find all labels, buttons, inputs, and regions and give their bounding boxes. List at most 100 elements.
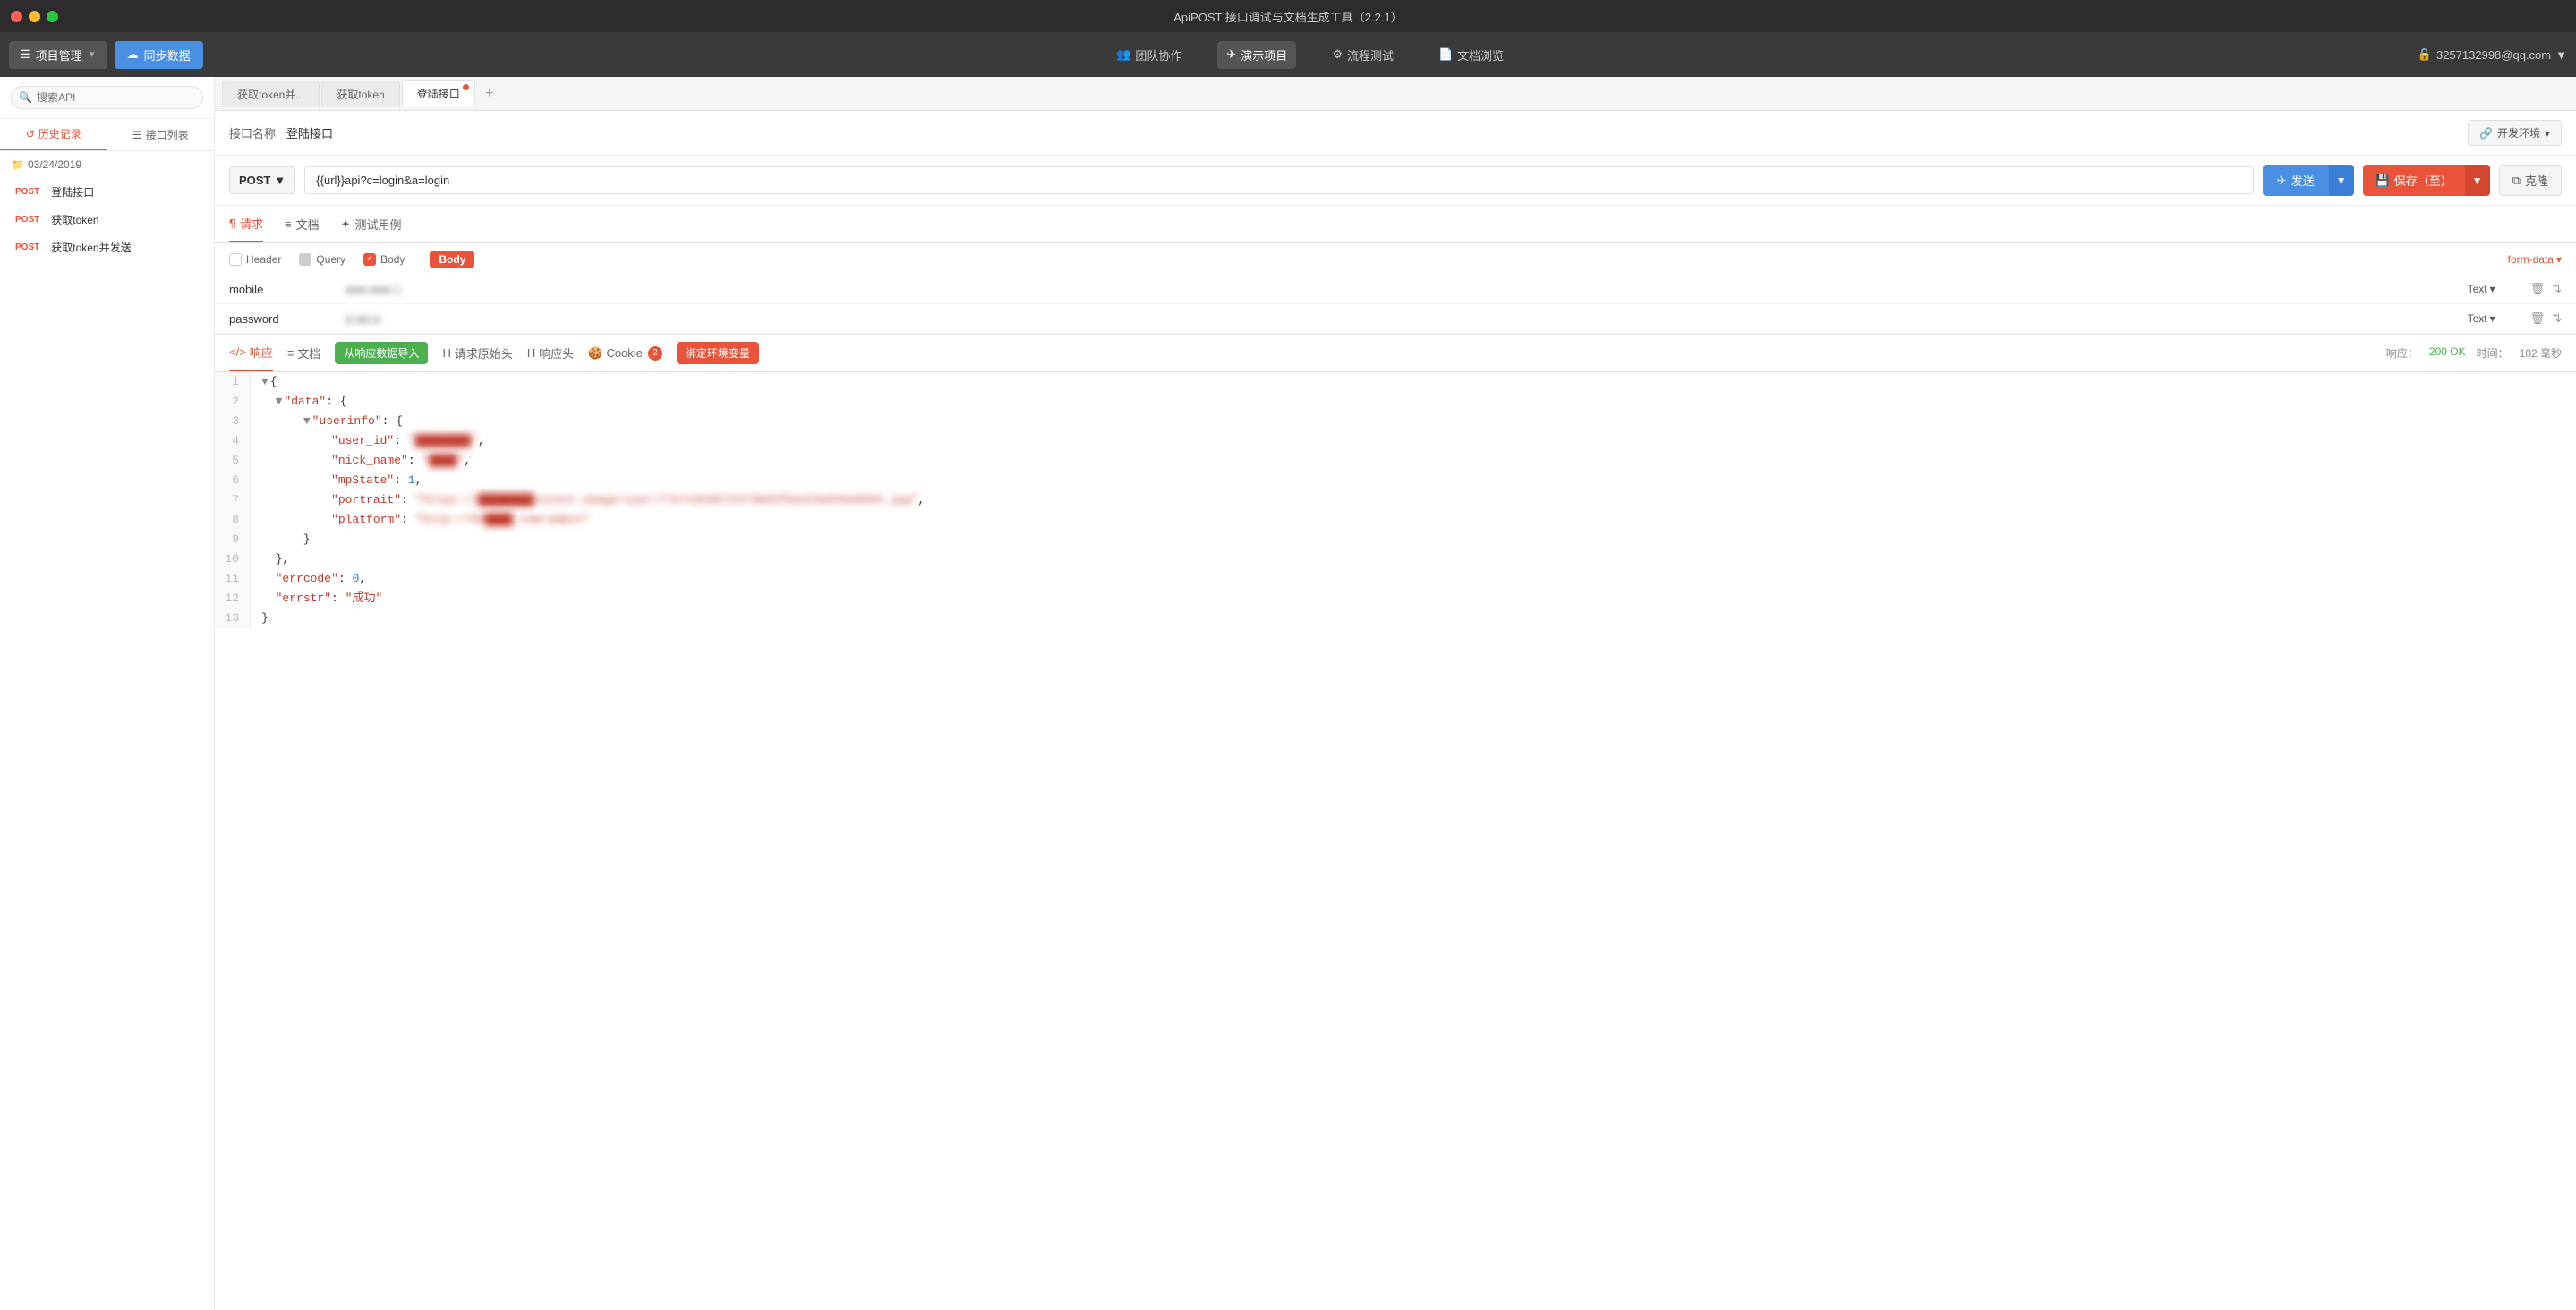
send-button[interactable]: ✈ 发送 xyxy=(2263,165,2329,196)
history-tab[interactable]: ↺ 历史记录 xyxy=(0,119,107,150)
project-manager-button[interactable]: ☰ 项目管理 ▼ xyxy=(9,41,107,69)
send-dropdown-button[interactable]: ▼ xyxy=(2329,165,2354,196)
field-name: mobile xyxy=(229,283,337,296)
list-item[interactable]: POST 获取token并发送 xyxy=(0,234,214,261)
code-line: 7 "portrait": "https://████████xztest-im… xyxy=(215,490,2576,510)
code-line: 1 ▼{ xyxy=(215,372,2576,392)
list-item[interactable]: POST 登陆接口 xyxy=(0,178,214,206)
list-item[interactable]: POST 获取token xyxy=(0,206,214,234)
response-area: </> 响应 ≡ 文档 从响应数据导入 H 请求原始头 H 响应头 xyxy=(215,334,2576,1310)
query-checkbox[interactable] xyxy=(299,253,311,266)
content-area: 获取token并... 获取token 登陆接口 + 接口名称 🔗 开发环境 ▾ xyxy=(215,77,2576,1310)
delete-icon[interactable]: 🗑 xyxy=(2530,282,2546,296)
tab-item[interactable]: 获取token xyxy=(321,81,399,107)
code-icon: </> xyxy=(229,345,246,359)
time-label: 时间： xyxy=(2477,345,2509,361)
field-value[interactable]: ●●● ●●● 1 xyxy=(345,283,2459,296)
chevron-down-icon: ▾ xyxy=(2556,253,2562,266)
chevron-down-icon: ▾ xyxy=(2545,127,2550,140)
body-checkbox[interactable]: ✓ xyxy=(363,253,376,266)
response-status: 响应： 200 OK 时间： 102 毫秒 xyxy=(2386,345,2562,361)
test-case-tab[interactable]: ✦ 测试用例 xyxy=(341,207,402,242)
api-list-tab[interactable]: ☰ 接口列表 xyxy=(107,119,215,150)
method-badge: POST xyxy=(11,213,44,226)
h-icon: H xyxy=(442,346,450,360)
doc-browse-nav[interactable]: 📄 文档浏览 xyxy=(1429,41,1513,69)
tab-item-active[interactable]: 登陆接口 xyxy=(402,80,475,107)
method-select[interactable]: POST ▼ xyxy=(229,166,295,194)
demo-project-nav[interactable]: ✈ 演示项目 xyxy=(1217,41,1296,69)
maximize-button[interactable] xyxy=(47,11,58,22)
api-item-name: 获取token xyxy=(51,212,98,227)
clone-button[interactable]: ⧉ 克隆 xyxy=(2499,165,2562,196)
doc-tab[interactable]: ≡ 文档 xyxy=(285,207,320,242)
sync-data-button[interactable]: ☁ 同步数据 xyxy=(115,41,203,69)
api-name-input[interactable] xyxy=(286,126,2457,140)
api-item-name: 获取token并发送 xyxy=(51,240,131,255)
body-check[interactable]: ✓ Body xyxy=(363,253,405,266)
tab-item[interactable]: 获取token并... xyxy=(222,81,320,107)
response-head-tab[interactable]: H 响应头 xyxy=(527,336,574,370)
response-code-editor[interactable]: 1 ▼{ 2 ▼"data": { 3 ▼"userinfo": { 4 "us… xyxy=(215,372,2576,1310)
h-icon: H xyxy=(527,346,535,360)
body-field-row: mobile ●●● ●●● 1 Text ▾ 🗑 ⇅ xyxy=(215,275,2576,304)
team-collab-nav[interactable]: 👥 团队协作 xyxy=(1107,41,1190,69)
code-line: 10 }, xyxy=(215,549,2576,569)
header-check[interactable]: Header xyxy=(229,253,281,266)
history-icon: ↺ xyxy=(26,128,35,140)
code-line: 8 "platform": "http://99████.com/admin" xyxy=(215,510,2576,530)
cookie-tab[interactable]: 🍪 Cookie 2 xyxy=(588,337,662,370)
list-icon: ☰ xyxy=(132,129,142,141)
chevron-down-icon: ▾ xyxy=(2490,283,2495,295)
paragraph-icon: ¶ xyxy=(229,217,235,230)
cookie-count-badge: 2 xyxy=(648,346,662,361)
add-tab-button[interactable]: + xyxy=(477,83,502,105)
query-check[interactable]: Query xyxy=(299,253,345,266)
cloud-icon: ☁ xyxy=(127,47,139,62)
top-nav: ☰ 项目管理 ▼ ☁ 同步数据 👥 团队协作 ✈ 演示项目 ⚙ 流程测试 📄 文… xyxy=(0,32,2576,77)
sort-icon[interactable]: ⇅ xyxy=(2552,282,2562,296)
cookie-icon: 🍪 xyxy=(588,346,602,361)
import-from-response-button[interactable]: 从响应数据导入 xyxy=(335,342,428,364)
url-bar: POST ▼ ✈ 发送 ▼ 💾 保存（至） ▼ ⧉ 克隆 xyxy=(215,156,2576,206)
search-input[interactable] xyxy=(11,86,203,109)
link-icon: 🔗 xyxy=(2479,127,2493,140)
chevron-down-icon: ▼ xyxy=(274,174,286,187)
user-icon: 🔒 xyxy=(2418,47,2432,62)
sort-icon[interactable]: ⇅ xyxy=(2552,311,2562,326)
app-title: ApiPOST 接口调试与文档生成工具（2.2.1） xyxy=(1173,8,1402,25)
url-input[interactable] xyxy=(304,166,2254,194)
delete-icon[interactable]: 🗑 xyxy=(2530,311,2546,326)
save-dropdown-button[interactable]: ▼ xyxy=(2465,165,2490,196)
test-icon: ✦ xyxy=(341,217,351,232)
close-button[interactable] xyxy=(11,11,22,22)
api-name-row: 接口名称 🔗 开发环境 ▾ xyxy=(215,111,2576,156)
code-line: 9 } xyxy=(215,530,2576,549)
unsaved-dot xyxy=(463,84,469,90)
doc-icon: ≡ xyxy=(287,346,294,360)
flow-test-nav[interactable]: ⚙ 流程测试 xyxy=(1323,41,1403,69)
bind-env-button[interactable]: 绑定环境变量 xyxy=(677,342,759,364)
request-tab[interactable]: ¶ 请求 xyxy=(229,206,263,242)
main-layout: 🔍 ↺ 历史记录 ☰ 接口列表 📁 03/24/2019 POST 登陆接口 P… xyxy=(0,77,2576,1310)
sidebar-tabs: ↺ 历史记录 ☰ 接口列表 xyxy=(0,119,214,151)
env-select-button[interactable]: 🔗 开发环境 ▾ xyxy=(2468,120,2562,146)
api-item-name: 登陆接口 xyxy=(51,184,94,200)
field-type-select[interactable]: Text ▾ xyxy=(2468,283,2521,295)
field-actions: 🗑 ⇅ xyxy=(2530,311,2562,326)
form-data-select[interactable]: form-data ▾ xyxy=(2508,253,2562,266)
tab-bar: 获取token并... 获取token 登陆接口 + xyxy=(215,77,2576,111)
save-button[interactable]: 💾 保存（至） xyxy=(2363,165,2465,196)
doc-response-tab[interactable]: ≡ 文档 xyxy=(287,336,321,370)
field-type-select[interactable]: Text ▾ xyxy=(2468,312,2521,325)
code-line: 6 "mpState": 1, xyxy=(215,471,2576,490)
search-icon: 🔍 xyxy=(19,91,32,104)
status-code: 200 OK xyxy=(2429,345,2466,361)
header-checkbox[interactable] xyxy=(229,253,242,266)
field-value[interactable]: ●.●●.● xyxy=(345,312,2459,326)
minimize-button[interactable] xyxy=(29,11,40,22)
request-original-tab[interactable]: H 请求原始头 xyxy=(442,336,512,370)
response-tab[interactable]: </> 响应 xyxy=(229,335,273,371)
user-menu[interactable]: 🔒 3257132998@qq.com ▼ xyxy=(2418,47,2567,62)
chevron-down-icon: ▼ xyxy=(88,50,97,60)
